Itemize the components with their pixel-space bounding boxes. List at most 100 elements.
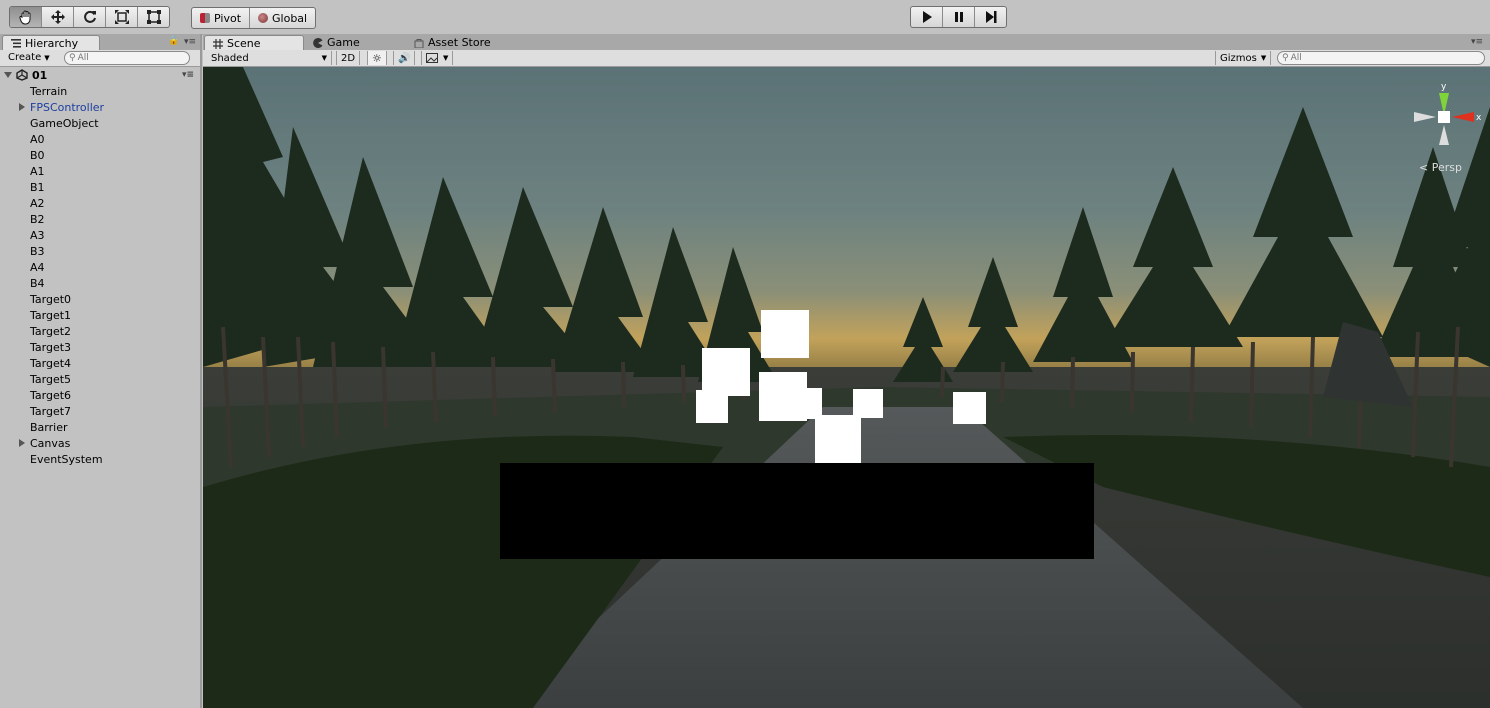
scene-panel-menu-icon[interactable]: ▾≡ [1471, 37, 1483, 47]
unity-scene-icon [16, 69, 28, 81]
hierarchy-item[interactable]: EventSystem [0, 451, 200, 467]
hierarchy-item-label: Barrier [30, 420, 68, 434]
lighting-toggle[interactable]: ☼ [367, 51, 387, 65]
hierarchy-item[interactable]: B3 [0, 243, 200, 259]
shading-mode-label: Shaded [211, 52, 249, 64]
tab-asset-store[interactable]: Asset Store [406, 35, 499, 50]
hierarchy-item[interactable]: Terrain [0, 83, 200, 99]
hierarchy-item[interactable]: A3 [0, 227, 200, 243]
global-toggle-button[interactable]: Global [250, 8, 315, 28]
expand-arrow-icon[interactable] [19, 103, 25, 111]
hierarchy-item-label: Canvas [30, 436, 71, 450]
hierarchy-item-label: B2 [30, 212, 45, 226]
expand-arrow-icon[interactable] [19, 439, 25, 447]
gizmos-dropdown[interactable]: Gizmos ▼ [1215, 51, 1272, 65]
hierarchy-item-label: Target0 [30, 292, 72, 306]
center-cube[interactable] [1438, 111, 1450, 123]
hierarchy-item-label: Target6 [30, 388, 72, 402]
barrier [500, 463, 1094, 559]
hierarchy-item[interactable]: Target0 [0, 291, 200, 307]
hierarchy-search-input[interactable]: ⚲ All [64, 51, 190, 65]
hierarchy-item-label: A4 [30, 260, 45, 274]
scene-tab-label: Scene [227, 37, 261, 50]
tab-hierarchy[interactable]: Hierarchy [2, 35, 100, 51]
pause-button[interactable] [943, 7, 975, 27]
move-icon [50, 10, 65, 24]
panel-menu-icon[interactable]: ▾≡ [184, 37, 196, 47]
play-button[interactable] [911, 7, 943, 27]
globe-icon [258, 13, 269, 23]
scene-panel: Scene Game Asset Store ▾≡ Shaded ▼ 2D ☼ … [203, 34, 1490, 708]
hierarchy-item[interactable]: FPSController [0, 99, 200, 115]
scene-root-row[interactable]: 01 ▾≡ [0, 67, 200, 83]
hierarchy-tree: Terrain FPSController GameObject A0 B0 A1 B1 A2… [0, 83, 200, 467]
hierarchy-item[interactable]: A2 [0, 195, 200, 211]
global-label: Global [272, 11, 308, 25]
step-button[interactable] [975, 7, 1006, 27]
toggle-2d-button[interactable]: 2D [336, 51, 361, 65]
expand-arrow-icon[interactable] [4, 72, 12, 78]
scene-menu-icon[interactable]: ▾≡ [182, 70, 194, 80]
pivot-icon [200, 13, 210, 23]
persp-arrow-icon: < [1419, 161, 1432, 174]
lock-icon[interactable]: 🔒 [168, 36, 179, 46]
hierarchy-item[interactable]: Target3 [0, 339, 200, 355]
neg-x-cone[interactable] [1414, 112, 1436, 122]
projection-label[interactable]: < Persp [1419, 161, 1462, 174]
hierarchy-item-label: Terrain [30, 84, 68, 98]
rotate-icon [83, 10, 96, 23]
hierarchy-item[interactable]: Barrier [0, 419, 200, 435]
tab-game[interactable]: Game [305, 35, 368, 50]
hierarchy-item[interactable]: A1 [0, 163, 200, 179]
pause-icon [954, 12, 963, 22]
audio-toggle[interactable]: 🔊 [393, 51, 416, 65]
hierarchy-item[interactable]: Target5 [0, 371, 200, 387]
hierarchy-item[interactable]: Target7 [0, 403, 200, 419]
rect-tool-button[interactable] [138, 7, 169, 27]
scene-view-toolbar: Shaded ▼ 2D ☼ 🔊 ▼ Gizmos ▼ ⚲ All [203, 50, 1490, 67]
hierarchy-item[interactable]: Target1 [0, 307, 200, 323]
transform-tools-group [9, 6, 170, 28]
hierarchy-item-label: FPSController [30, 100, 105, 114]
list-icon [11, 39, 21, 48]
hierarchy-item[interactable]: B1 [0, 179, 200, 195]
scene-render [203, 67, 1490, 708]
rotate-tool-button[interactable] [74, 7, 106, 27]
tab-scene[interactable]: Scene [204, 35, 304, 51]
persp-label: Persp [1431, 161, 1462, 174]
pivot-toggle-button[interactable]: Pivot [192, 8, 251, 28]
hierarchy-item-label: Target1 [30, 308, 72, 322]
scale-tool-button[interactable] [106, 7, 138, 27]
rect-transform-icon [146, 10, 161, 24]
hand-icon [18, 10, 30, 25]
hierarchy-item[interactable]: A4 [0, 259, 200, 275]
main-toolbar: Pivot Global [0, 0, 1490, 35]
hierarchy-item[interactable]: Target6 [0, 387, 200, 403]
hierarchy-item[interactable]: B2 [0, 211, 200, 227]
create-dropdown[interactable]: Create ▼ [4, 51, 54, 64]
hierarchy-item[interactable]: Target2 [0, 323, 200, 339]
chevron-down-icon: ▼ [1260, 54, 1267, 62]
scene-search-input[interactable]: ⚲ All [1277, 51, 1485, 65]
gizmos-label: Gizmos [1220, 52, 1257, 64]
hierarchy-item[interactable]: GameObject [0, 115, 200, 131]
neg-y-cone[interactable] [1439, 125, 1449, 145]
hierarchy-item-label: Target4 [30, 356, 72, 370]
hierarchy-tab-label: Hierarchy [25, 37, 79, 50]
x-axis-cone[interactable] [1452, 112, 1474, 122]
hierarchy-item-label: A2 [30, 196, 45, 210]
hierarchy-item-label: Target2 [30, 324, 72, 338]
hierarchy-item[interactable]: Canvas [0, 435, 200, 451]
hierarchy-item[interactable]: A0 [0, 131, 200, 147]
hand-tool-button[interactable] [10, 7, 42, 27]
move-tool-button[interactable] [42, 7, 74, 27]
shading-mode-dropdown[interactable]: Shaded ▼ [207, 51, 332, 65]
scene-viewport[interactable]: y x < Persp [203, 67, 1490, 708]
hierarchy-item-label: Target5 [30, 372, 72, 386]
hierarchy-item[interactable]: B4 [0, 275, 200, 291]
hierarchy-item-label: B0 [30, 148, 45, 162]
hierarchy-item[interactable]: B0 [0, 147, 200, 163]
effects-dropdown[interactable]: ▼ [421, 51, 454, 65]
speaker-icon: 🔊 [398, 52, 411, 64]
hierarchy-item[interactable]: Target4 [0, 355, 200, 371]
